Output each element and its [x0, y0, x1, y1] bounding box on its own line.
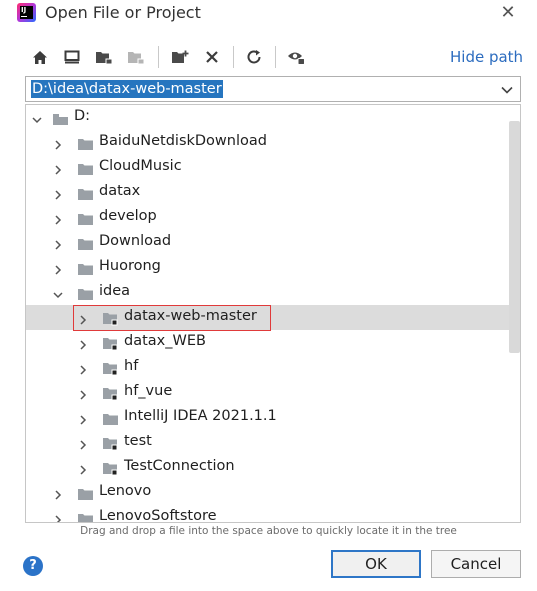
tree-row-label: hf_vue [124, 383, 173, 399]
show-hidden-icon[interactable] [283, 44, 309, 70]
chevron-right-icon[interactable] [77, 411, 89, 425]
tree-row[interactable]: Lenovo [26, 480, 520, 505]
new-folder-icon[interactable] [167, 44, 193, 70]
folder-icon [77, 236, 94, 250]
folder-icon [77, 511, 94, 522]
tree-row-label: D: [74, 108, 91, 124]
tree-row-label: idea [99, 283, 131, 299]
tree-scrollbar[interactable] [509, 121, 520, 353]
tree-row[interactable]: hf_vue [26, 380, 520, 405]
module-folder-icon[interactable] [123, 44, 149, 70]
tree-row-label: datax [99, 183, 141, 199]
folder-icon [77, 186, 94, 200]
tree-row[interactable]: idea [26, 280, 520, 305]
chevron-right-icon[interactable] [52, 486, 64, 500]
refresh-icon[interactable] [241, 44, 267, 70]
desktop-icon[interactable] [59, 44, 85, 70]
folder-icon [77, 486, 94, 500]
chevron-right-icon[interactable] [77, 361, 89, 375]
tree-row-label: TestConnection [124, 458, 235, 474]
project-folder-icon [102, 436, 119, 451]
title-bar: IJ Open File or Project ✕ [0, 0, 537, 30]
tree-row-label: hf [124, 358, 139, 374]
tree-row-label: CloudMusic [99, 158, 182, 174]
folder-icon [77, 211, 94, 225]
tree-row[interactable]: IntelliJ IDEA 2021.1.1 [26, 405, 520, 430]
project-folder-icon [102, 361, 119, 376]
tree-row[interactable]: BaiduNetdiskDownload [26, 130, 520, 155]
app-icon-text: IJ [21, 6, 27, 14]
project-folder-icon [102, 386, 119, 401]
close-icon[interactable]: ✕ [497, 2, 519, 24]
path-input-value[interactable]: D:\idea\datax-web-master [31, 80, 223, 98]
chevron-right-icon[interactable] [52, 136, 64, 150]
project-folder-icon[interactable] [91, 44, 117, 70]
ok-button[interactable]: OK [331, 550, 421, 578]
folder-icon [77, 136, 94, 150]
drive-icon [52, 111, 69, 125]
chevron-right-icon[interactable] [77, 336, 89, 350]
folder-icon [77, 161, 94, 175]
chevron-down-icon[interactable] [500, 82, 514, 101]
tree-row-label: datax_WEB [124, 333, 206, 349]
chevron-right-icon[interactable] [52, 261, 64, 275]
tree-row[interactable]: develop [26, 205, 520, 230]
help-icon[interactable]: ? [23, 556, 43, 576]
project-folder-icon [102, 336, 119, 351]
highlight-outline [73, 305, 271, 331]
tree-row-label: test [124, 433, 152, 449]
tree-row[interactable]: test [26, 430, 520, 455]
hide-path-link[interactable]: Hide path [450, 48, 523, 66]
chevron-down-icon[interactable] [52, 286, 64, 299]
tree-row[interactable]: datax [26, 180, 520, 205]
chevron-right-icon[interactable] [77, 386, 89, 400]
chevron-right-icon[interactable] [52, 161, 64, 175]
cancel-button[interactable]: Cancel [431, 550, 521, 578]
drag-drop-hint: Drag and drop a file into the space abov… [80, 525, 457, 537]
chevron-right-icon[interactable] [77, 436, 89, 450]
tree-row-label: Download [99, 233, 172, 249]
window-title: Open File or Project [45, 3, 201, 22]
home-icon[interactable] [27, 44, 53, 70]
tree-row[interactable]: Huorong [26, 255, 520, 280]
tree-row[interactable]: LenovoSoftstore [26, 505, 520, 523]
tree-row-label: Lenovo [99, 483, 152, 499]
chevron-right-icon[interactable] [52, 236, 64, 250]
path-input[interactable]: D:\idea\datax-web-master [25, 76, 521, 102]
file-tree[interactable]: D: BaiduNetdiskDownload CloudMusic datax dev… [25, 104, 521, 523]
tree-row[interactable]: TestConnection [26, 455, 520, 480]
folder-icon [102, 411, 119, 425]
tree-row[interactable]: Download [26, 230, 520, 255]
tree-row[interactable]: datax_WEB [26, 330, 520, 355]
tree-row-label: Huorong [99, 258, 161, 274]
chevron-right-icon[interactable] [77, 461, 89, 475]
chevron-right-icon[interactable] [52, 186, 64, 200]
toolbar-separator [233, 46, 234, 68]
tree-row[interactable]: CloudMusic [26, 155, 520, 180]
chevron-down-icon[interactable] [31, 111, 43, 124]
toolbar-separator [158, 46, 159, 68]
intellij-app-icon: IJ [17, 3, 36, 22]
tree-row[interactable]: D: [26, 105, 520, 130]
chevron-right-icon[interactable] [52, 211, 64, 225]
chevron-right-icon[interactable] [52, 511, 64, 522]
folder-icon [77, 286, 94, 300]
toolbar-separator [275, 46, 276, 68]
tree-row[interactable]: hf [26, 355, 520, 380]
tree-row-label: LenovoSoftstore [99, 508, 217, 523]
tree-row-label: develop [99, 208, 157, 224]
delete-icon[interactable] [199, 44, 225, 70]
project-folder-icon [102, 461, 119, 476]
tree-row-label: IntelliJ IDEA 2021.1.1 [124, 408, 277, 424]
folder-icon [77, 261, 94, 275]
tree-row-label: BaiduNetdiskDownload [99, 133, 267, 149]
